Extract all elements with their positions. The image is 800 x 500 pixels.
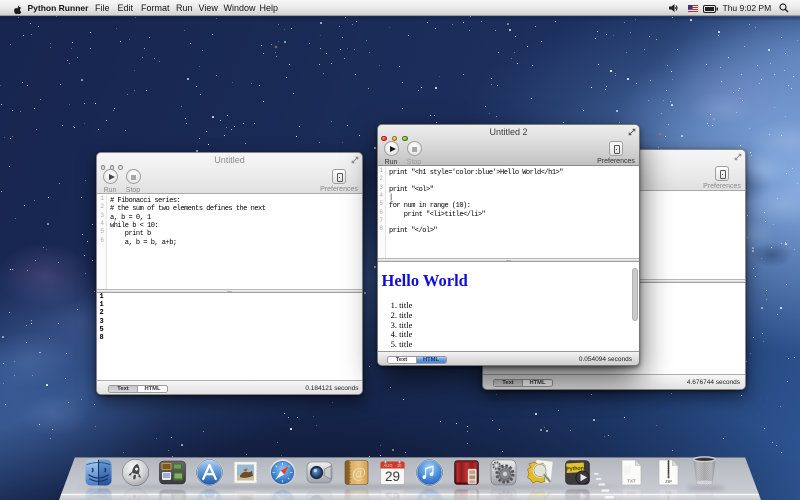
svg-text:@: @ [352, 493, 366, 500]
svg-text:TXT: TXT [627, 491, 636, 496]
svg-text:ZIP: ZIP [665, 479, 672, 484]
svg-text:TXT: TXT [627, 479, 636, 484]
svg-text:29: 29 [385, 490, 400, 500]
svg-text:10: 10 [397, 463, 402, 468]
svg-text:AUG: AUG [384, 463, 393, 468]
svg-text:ZIP: ZIP [665, 490, 672, 495]
svg-text:@: @ [352, 466, 366, 482]
svg-text:29: 29 [385, 469, 400, 484]
